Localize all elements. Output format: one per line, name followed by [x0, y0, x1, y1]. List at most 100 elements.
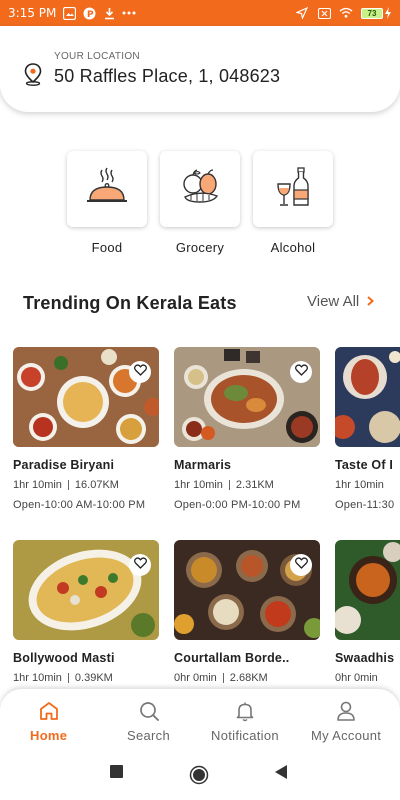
restaurant-card[interactable]: Marmaris 1hr 10min 2.31KM Open-0:00 PM-1…: [174, 347, 320, 511]
view-all-label: View All: [307, 293, 360, 310]
delivery-time: 1hr 10min: [13, 672, 62, 684]
heart-icon: [294, 363, 308, 381]
bottle-glass-icon: [270, 164, 316, 215]
restaurant-card[interactable]: Courtallam Borde.. 0hr 0min 2.68KM: [174, 540, 320, 684]
bottom-navigation: Home Search Notification My Account: [0, 689, 400, 747]
p-app-icon: P: [82, 6, 96, 20]
favorite-button[interactable]: [290, 554, 312, 576]
restaurant-meta: 0hr 0min 2.68KM: [174, 672, 320, 684]
search-icon: [138, 700, 160, 725]
delivery-time: 0hr 0min: [335, 672, 378, 684]
location-arrow-icon: [295, 6, 309, 20]
nav-label: Notification: [211, 728, 279, 743]
restaurant-image[interactable]: [335, 347, 400, 447]
restaurant-name: Courtallam Borde..: [174, 651, 290, 665]
meta-divider: [67, 480, 69, 490]
restaurant-card[interactable]: Swaadhis 0hr 0min: [335, 540, 400, 684]
location-pin-icon: [22, 62, 44, 86]
opening-hours: Open-10:00 AM-10:00 PM: [13, 499, 146, 511]
favorite-button[interactable]: [129, 554, 151, 576]
status-time: 3:15 PM: [8, 6, 57, 20]
chevron-right-icon: [367, 295, 375, 309]
photo-icon: [62, 6, 76, 20]
category-food[interactable]: Food: [67, 151, 147, 255]
restaurant-card[interactable]: Paradise Biryani 1hr 10min 16.07KM Open-…: [13, 347, 159, 511]
delivery-time: 1hr 10min: [335, 479, 384, 491]
restaurant-card[interactable]: Bollywood Masti 1hr 10min 0.39KM: [13, 540, 159, 684]
location-header[interactable]: YOUR LOCATION 50 Raffles Place, 1, 04862…: [0, 26, 400, 112]
delivery-time: 0hr 0min: [174, 672, 217, 684]
status-bar: 3:15 PM P 73: [0, 0, 400, 26]
nav-label: My Account: [311, 728, 382, 743]
category-alcohol[interactable]: Alcohol: [253, 151, 333, 255]
restaurant-image[interactable]: [174, 540, 320, 640]
restaurant-image[interactable]: [174, 347, 320, 447]
distance: 0.39KM: [74, 672, 113, 684]
system-navigation-bar: [0, 747, 400, 800]
nav-notification[interactable]: Notification: [211, 700, 279, 743]
status-right: 73: [295, 6, 392, 20]
restaurant-meta: 1hr 10min 0.39KM: [13, 672, 159, 684]
view-all-link[interactable]: View All: [307, 293, 375, 310]
favorite-button[interactable]: [290, 361, 312, 383]
heart-icon: [133, 363, 147, 381]
status-left: 3:15 PM P: [8, 6, 136, 20]
restaurant-image[interactable]: [13, 347, 159, 447]
battery-level: 73: [361, 7, 383, 19]
circle-icon: [189, 765, 209, 790]
groceries-icon: [177, 164, 223, 215]
recent-apps-button[interactable]: [110, 765, 123, 783]
back-triangle-icon: [274, 765, 288, 784]
nav-label: Search: [127, 728, 170, 743]
battery-icon: 73: [361, 7, 392, 19]
opening-hours: Open-11:30: [335, 499, 395, 511]
nav-search[interactable]: Search: [127, 700, 170, 743]
more-dots-icon: [122, 6, 136, 20]
category-label: Alcohol: [270, 240, 316, 255]
distance: 2.68KM: [229, 672, 268, 684]
location-address[interactable]: 50 Raffles Place, 1, 048623: [54, 66, 280, 87]
category-tile[interactable]: [160, 151, 240, 227]
category-grocery[interactable]: Grocery: [160, 151, 240, 255]
category-label: Food: [91, 240, 123, 255]
bell-icon: [234, 700, 256, 725]
cloche-icon: [84, 164, 130, 215]
opening-hours: Open-0:00 PM-10:00 PM: [174, 499, 301, 511]
favorite-button[interactable]: [129, 361, 151, 383]
distance: 2.31KM: [235, 479, 274, 491]
wifi-icon: [339, 6, 353, 20]
restaurant-meta: 1hr 10min: [335, 479, 400, 491]
restaurant-name: Swaadhis: [335, 651, 395, 665]
no-sim-icon: [317, 6, 331, 20]
back-button[interactable]: [274, 765, 288, 784]
delivery-time: 1hr 10min: [174, 479, 223, 491]
restaurant-name: Bollywood Masti: [13, 651, 115, 665]
square-icon: [110, 765, 123, 783]
meta-divider: [222, 673, 224, 683]
download-icon: [102, 6, 116, 20]
restaurant-name: Paradise Biryani: [13, 458, 115, 472]
nav-home[interactable]: Home: [30, 700, 67, 743]
nav-my-account[interactable]: My Account: [311, 700, 381, 743]
restaurant-name: Marmaris: [174, 458, 232, 472]
user-icon: [335, 700, 357, 725]
restaurant-name: Taste Of I: [335, 458, 394, 472]
restaurant-image[interactable]: [335, 540, 400, 640]
heart-icon: [294, 556, 308, 574]
meta-divider: [228, 480, 230, 490]
home-icon: [38, 700, 60, 725]
category-label: Grocery: [175, 240, 225, 255]
restaurant-meta: 1hr 10min 16.07KM: [13, 479, 159, 491]
heart-icon: [133, 556, 147, 574]
meta-divider: [67, 673, 69, 683]
distance: 16.07KM: [74, 479, 119, 491]
nav-label: Home: [30, 728, 68, 743]
home-system-button[interactable]: [189, 765, 209, 790]
restaurant-meta: 1hr 10min 2.31KM: [174, 479, 320, 491]
location-label: YOUR LOCATION: [54, 51, 140, 62]
restaurant-card[interactable]: Taste Of I 1hr 10min Open-11:30: [335, 347, 400, 511]
section-title: Trending On Kerala Eats: [23, 293, 237, 313]
restaurant-image[interactable]: [13, 540, 159, 640]
category-tile[interactable]: [67, 151, 147, 227]
category-tile[interactable]: [253, 151, 333, 227]
